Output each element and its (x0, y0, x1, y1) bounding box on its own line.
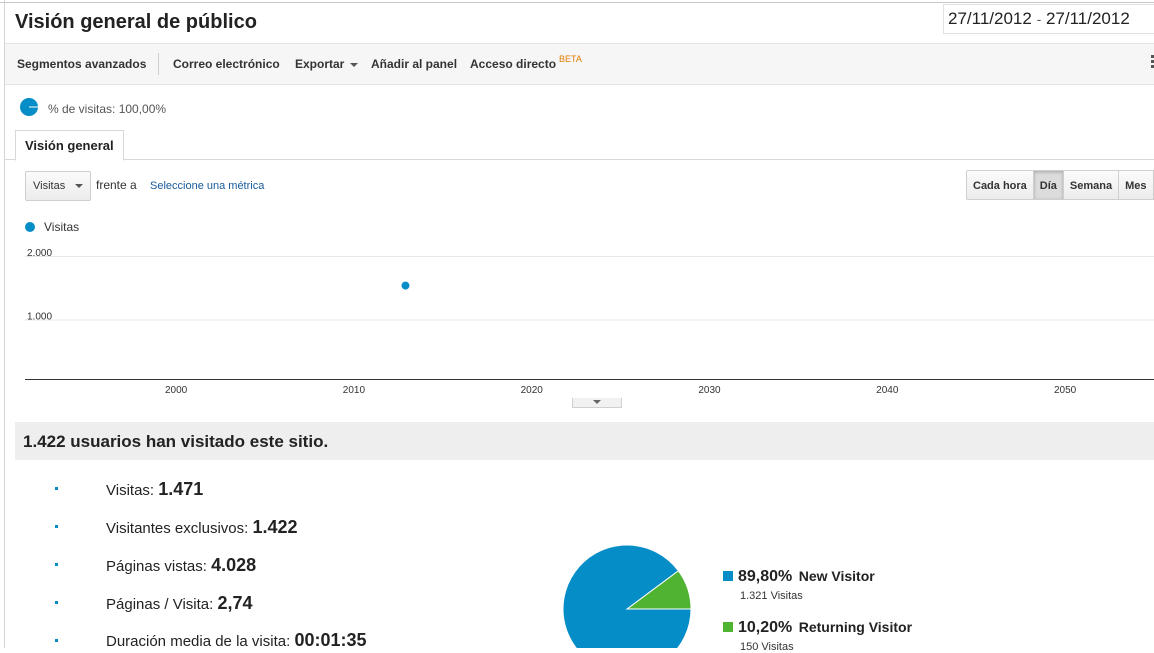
data-point-visitas (401, 281, 410, 290)
grid-icon[interactable] (1150, 54, 1154, 72)
granularity-hourly-button[interactable]: Cada hora (966, 170, 1034, 200)
window-top-border (0, 2, 1154, 3)
pie-segment-icon (20, 98, 38, 116)
date-range-start: 27/11/2012 (948, 9, 1032, 28)
bullet (55, 601, 58, 604)
summary-bar: 1.422 usuarios han visitado este sitio. (15, 422, 1154, 460)
date-range-picker[interactable]: 27/11/2012 - 27/11/2012 (943, 4, 1154, 34)
stat-pageviews: Páginas vistas: 4.028 (106, 555, 256, 576)
add-to-dashboard-button[interactable]: Añadir al panel (371, 57, 457, 71)
stat-value: 2,74 (217, 593, 253, 613)
y-tick-label: 1.000 (27, 312, 52, 323)
x-tick-label: 2030 (698, 385, 721, 396)
granularity-week-button[interactable]: Semana (1063, 170, 1120, 200)
chevron-down-icon (75, 184, 83, 188)
versus-label: frente a (96, 178, 137, 192)
email-button[interactable]: Correo electrónico (173, 57, 280, 71)
granularity-day-button[interactable]: Día (1033, 170, 1064, 200)
bullet (55, 525, 58, 528)
stat-visits: Visitas: 1.471 (106, 479, 203, 500)
stat-label: Visitas: (106, 482, 155, 499)
stat-label: Visitantes exclusivos: (106, 520, 249, 537)
x-tick-label: 2040 (876, 385, 899, 396)
shortcut-button[interactable]: Acceso directo BETA (470, 54, 582, 71)
beta-badge: BETA (559, 54, 582, 64)
pie-legend-new-visitor: 89,80% New Visitor 1.321 Visitas (723, 568, 875, 602)
report-toolbar: Segmentos avanzados Correo electrónico E… (5, 43, 1154, 85)
summary-headline: 1.422 usuarios han visitado este sitio. (23, 432, 329, 451)
x-tick-label: 2020 (521, 385, 544, 396)
stat-unique-visitors: Visitantes exclusivos: 1.422 (106, 517, 298, 538)
stat-value: 1.471 (158, 479, 204, 499)
tab-underline (5, 159, 1154, 160)
chart-legend-dot (25, 222, 35, 232)
granularity-month-button[interactable]: Mes (1119, 170, 1154, 200)
toolbar-divider (158, 53, 159, 75)
stat-label: Páginas vistas: (106, 558, 207, 575)
metric-select-value: Visitas (33, 180, 66, 192)
legend-name: Returning Visitor (798, 619, 913, 635)
visitor-type-pie (562, 544, 692, 648)
bullet (55, 639, 58, 642)
window-left-border (4, 0, 5, 648)
chevron-down-icon (593, 400, 601, 404)
visits-chart: 1.000 2.000 2000 2010 2020 2030 2040 2050 (25, 248, 1154, 396)
date-range-end: 27/11/2012 (1045, 9, 1130, 28)
bullet (55, 487, 58, 490)
chevron-down-icon (350, 62, 359, 67)
date-range-separator: - (1036, 11, 1042, 27)
select-metric-link[interactable]: Seleccione una métrica (150, 180, 264, 192)
metric-select[interactable]: Visitas (25, 171, 91, 201)
export-label: Exportar (295, 57, 345, 71)
segment-label: % de visitas: 100,00% (48, 102, 167, 116)
legend-swatch (723, 571, 733, 581)
chart-legend-label: Visitas (44, 220, 80, 234)
shortcut-label: Acceso directo (470, 57, 557, 71)
stat-value: 00:01:35 (294, 630, 367, 650)
y-tick-label: 2.000 (27, 248, 52, 259)
granularity-buttons: Cada hora Día Semana Mes (966, 170, 1154, 200)
stat-value: 4.028 (211, 555, 257, 575)
advanced-segments-button[interactable]: Segmentos avanzados (17, 57, 146, 71)
stat-pages-per-visit: Páginas / Visita: 2,74 (106, 593, 253, 614)
legend-swatch (723, 622, 733, 632)
stat-value: 1.422 (252, 517, 298, 537)
legend-percent: 89,80% (738, 568, 793, 585)
export-button[interactable]: Exportar (295, 57, 359, 71)
legend-percent: 10,20% (738, 619, 793, 636)
bullet (55, 563, 58, 566)
chart-expander[interactable] (572, 398, 622, 408)
legend-name: New Visitor (798, 568, 875, 584)
x-tick-label: 2000 (165, 385, 188, 396)
tab-overview[interactable]: Visión general (15, 130, 124, 161)
legend-count: 1.321 Visitas (740, 590, 803, 602)
stat-label: Páginas / Visita: (106, 596, 214, 613)
legend-count: 150 Visitas (740, 641, 794, 653)
x-tick-label: 2050 (1054, 385, 1077, 396)
stat-label: Duración media de la visita: (106, 633, 291, 650)
page-title: Visión general de público (15, 11, 257, 33)
x-tick-label: 2010 (343, 385, 366, 396)
